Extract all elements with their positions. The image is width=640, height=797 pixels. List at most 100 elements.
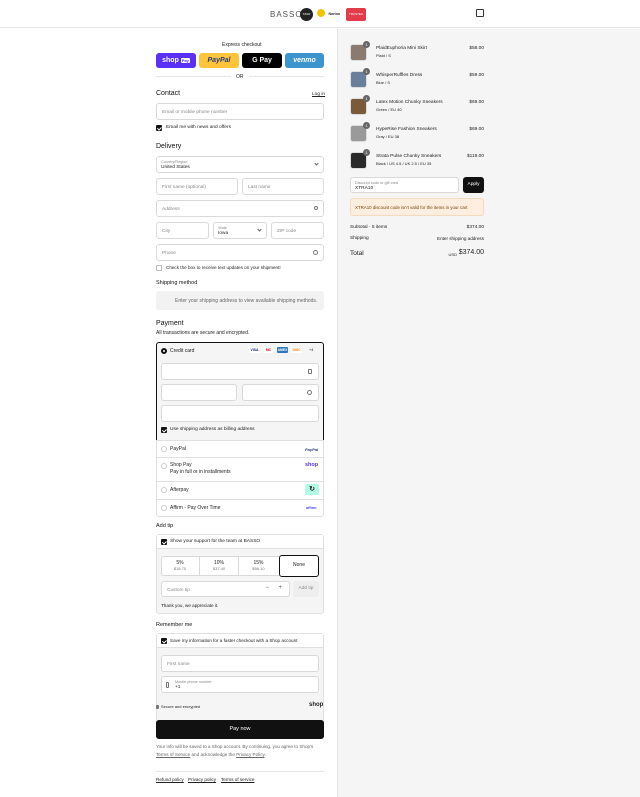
last-name-input[interactable]: Last name [242, 178, 324, 195]
search-icon [314, 206, 318, 210]
divider-right [249, 76, 324, 77]
shipping-method-message: Enter your shipping address to view avai… [175, 298, 318, 304]
shop-pay-text: shop [162, 57, 179, 64]
paypal-radio[interactable] [161, 446, 167, 452]
address-placeholder: Address [162, 207, 180, 212]
afterpay-radio[interactable] [161, 487, 167, 493]
remember-title: Remember me [156, 622, 193, 628]
billing-label: Use shipping address as billing address [170, 427, 255, 432]
sms-label: Check the box to receive text updates on… [166, 265, 281, 270]
bag-icon[interactable] [476, 9, 484, 17]
country-label: Country/Region [161, 160, 188, 164]
credit-card-label[interactable]: Credit card [170, 348, 194, 354]
login-link[interactable]: Log in [312, 92, 325, 97]
city-input[interactable]: City [156, 222, 209, 239]
order-summary: 1 PlaidEuphoria Mini Skirt Plaid / S $58.00… [337, 29, 640, 797]
tip-checkbox[interactable] [161, 539, 167, 545]
help-icon[interactable] [313, 250, 318, 255]
mobile-value: +1 [175, 685, 181, 690]
product-variant: Gray / EU 38 [376, 134, 400, 139]
plus-icon[interactable]: + [278, 585, 282, 591]
discount-value: XTRA10 [355, 186, 374, 191]
contact-title: Contact [156, 90, 181, 97]
tos-link[interactable]: Terms of Service [156, 752, 190, 757]
credit-card-radio[interactable] [161, 348, 167, 354]
sms-checkbox[interactable] [156, 265, 162, 271]
paypal-label: PayPal [170, 446, 186, 452]
divider-left [156, 76, 231, 77]
shipping-value: Enter shipping address [437, 236, 484, 241]
save-info-checkbox[interactable] [161, 638, 167, 644]
tip-option-10[interactable]: 10% $37.40 [200, 556, 239, 576]
quantity-badge: 1 [363, 95, 370, 102]
mobile-label: Mobile phone number [175, 680, 212, 684]
billing-checkbox[interactable] [161, 427, 167, 433]
product-price: $69.00 [469, 100, 484, 105]
privacy-link[interactable]: Privacy Policy [236, 752, 264, 757]
custom-tip-input[interactable]: Custom tip − + [161, 581, 290, 597]
state-label: State [218, 226, 227, 230]
express-title: Express checkout [222, 42, 262, 48]
product-variant: Green / EU 40 [376, 107, 402, 112]
save-info-label: Save my information for a faster checkou… [170, 638, 298, 643]
remember-first-name-input[interactable]: First name [161, 655, 319, 672]
tip-option-none[interactable]: None [279, 555, 319, 577]
more-cards-badge: +4 [309, 348, 314, 352]
terms-of-service-link[interactable]: Terms of service [221, 777, 254, 782]
zip-input[interactable]: ZIP code [271, 222, 324, 239]
product-name: Strata Pulse Chunky Sneakers [376, 154, 442, 159]
discount-input[interactable]: Discount code or gift card XTRA10 [350, 177, 459, 193]
address-input[interactable]: Address [156, 200, 324, 217]
paypal-button[interactable]: PayPal [199, 53, 239, 68]
tip-option-15[interactable]: 15% $56.10 [239, 556, 278, 576]
state-select[interactable]: State Iowa [213, 222, 267, 239]
tip-option-amt: $18.70 [173, 566, 187, 571]
quantity-badge: 1 [363, 149, 370, 156]
email-input[interactable]: Email or mobile phone number [156, 103, 324, 120]
mobile-phone-input[interactable]: Mobile phone number +1 [161, 676, 319, 693]
chevron-down-icon [257, 227, 262, 232]
news-checkbox[interactable] [156, 125, 162, 131]
shop-pay-radio[interactable] [161, 463, 167, 469]
shop-pay-logo: shop [305, 462, 319, 468]
shop-pay-button[interactable]: shop Pay [156, 53, 196, 68]
minus-icon[interactable]: − [265, 585, 269, 591]
norton-check-icon [317, 9, 325, 17]
add-tip-button[interactable]: Add tip [293, 581, 319, 597]
payment-title: Payment [156, 320, 184, 327]
product-name: Latex Motion Chunky Sneakers [376, 100, 443, 105]
quantity-badge: 1 [363, 41, 370, 48]
pay-now-button[interactable]: Pay now [156, 720, 324, 739]
custom-tip-placeholder: Custom tip [167, 588, 190, 593]
brand-logo[interactable]: BASSO [270, 10, 303, 19]
trusted-badge: TRUSTED [346, 8, 366, 21]
shop-logo: shop [309, 702, 324, 708]
apply-button[interactable]: Apply [463, 177, 484, 193]
venmo-button[interactable]: venmo [285, 53, 324, 68]
gpay-button[interactable]: G Pay [242, 53, 282, 68]
privacy-policy-link[interactable]: Privacy policy [188, 777, 216, 782]
phone-placeholder: Phone [162, 251, 176, 256]
help-icon[interactable] [307, 390, 312, 395]
afterpay-label: Afterpay [170, 487, 189, 493]
phone-icon [166, 682, 169, 688]
affirm-radio[interactable] [161, 505, 167, 511]
first-name-input[interactable]: First name (optional) [156, 178, 238, 195]
expiry-input[interactable] [161, 384, 237, 401]
star-badge: STAR [300, 8, 313, 21]
product-price: $59.00 [469, 73, 484, 78]
news-label: Email me with news and offers [166, 125, 231, 130]
product-variant: Blue / S [376, 80, 391, 85]
phone-input[interactable]: Phone [156, 244, 324, 261]
tip-option-5[interactable]: 5% $18.70 [161, 556, 200, 576]
refund-policy-link[interactable]: Refund policy [156, 777, 184, 782]
shop-pay-tag: Pay [180, 58, 190, 63]
name-on-card-input[interactable] [161, 405, 319, 422]
shop-pay-sub: Pay in full or in installments [170, 469, 231, 475]
quantity-badge: 1 [363, 68, 370, 75]
cvv-input[interactable] [242, 384, 319, 401]
discount-error-text: XTRA10 discount code isn't valid for the… [355, 205, 468, 210]
card-number-input[interactable] [161, 363, 319, 380]
subtotal-label: Subtotal · 5 items [350, 225, 388, 230]
country-select[interactable]: Country/Region United States [156, 156, 324, 173]
